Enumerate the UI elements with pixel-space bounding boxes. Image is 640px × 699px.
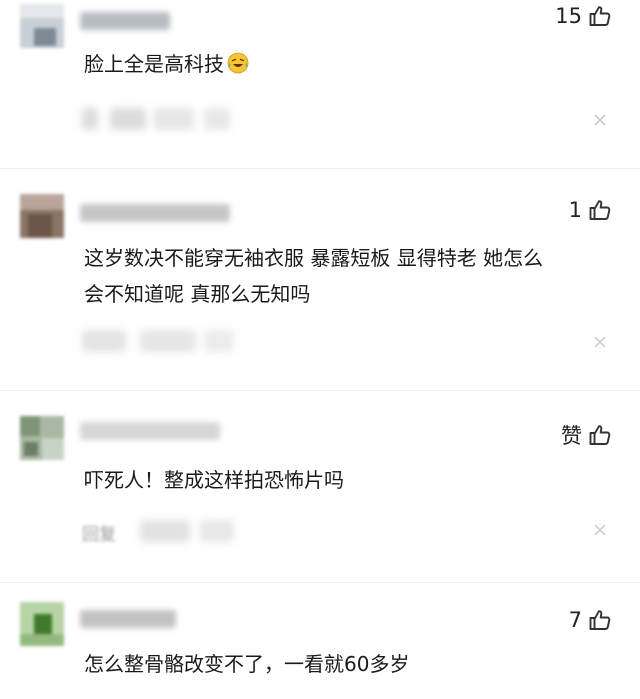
username[interactable] (80, 12, 170, 30)
avatar[interactable] (20, 416, 64, 460)
close-icon[interactable] (594, 336, 606, 348)
comment-item: 1 这岁数决不能穿无袖衣服 暴露短板 显得特老 她怎么 会不知道呢 真那么无知吗 (0, 170, 640, 390)
comment-text: 这岁数决不能穿无袖衣服 暴露短板 显得特老 她怎么 会不知道呢 真那么无知吗 (84, 246, 544, 306)
comment-item: 7 怎么整骨骼改变不了，一看就60多岁 (0, 584, 640, 699)
comment-meta (80, 326, 240, 356)
close-icon[interactable] (594, 524, 606, 536)
username[interactable] (80, 422, 220, 440)
like-button[interactable]: 15 (555, 4, 612, 28)
thumbs-up-icon (589, 610, 611, 630)
divider (0, 390, 640, 391)
comment-meta: 回复 (80, 516, 240, 546)
divider (0, 582, 640, 583)
like-count: 7 (568, 608, 582, 632)
like-button[interactable]: 赞 (561, 420, 612, 450)
comment-item: 赞 吓死人！整成这样拍恐怖片吗 回复 (0, 392, 640, 582)
avatar[interactable] (20, 4, 64, 48)
comment-text: 怎么整骨骼改变不了，一看就60多岁 (84, 652, 410, 676)
like-count: 1 (568, 198, 582, 222)
reply-link[interactable]: 回复 (82, 520, 116, 545)
thumbs-up-icon (589, 425, 611, 445)
username[interactable] (80, 204, 230, 222)
like-button[interactable]: 1 (569, 198, 612, 222)
avatar[interactable] (20, 602, 64, 646)
close-icon[interactable] (594, 114, 606, 126)
thumbs-up-icon (589, 6, 611, 26)
laughing-crying-emoji-icon (227, 52, 249, 74)
comment-text: 脸上全是高科技 (84, 46, 604, 82)
avatar[interactable] (20, 194, 64, 238)
divider (0, 168, 640, 169)
comment-item: 15 脸上全是高科技 (0, 0, 640, 170)
like-button[interactable]: 7 (569, 608, 612, 632)
username[interactable] (80, 610, 176, 628)
comment-text: 吓死人！整成这样拍恐怖片吗 (84, 468, 344, 492)
like-count: 15 (555, 4, 582, 28)
thumbs-up-icon (589, 200, 611, 220)
like-count: 赞 (561, 424, 582, 448)
comment-feed: 15 脸上全是高科技 1 这岁数决不能穿无袖衣服 暴露短板 显得特老 她怎么 会… (0, 0, 640, 699)
comment-meta (80, 104, 240, 134)
